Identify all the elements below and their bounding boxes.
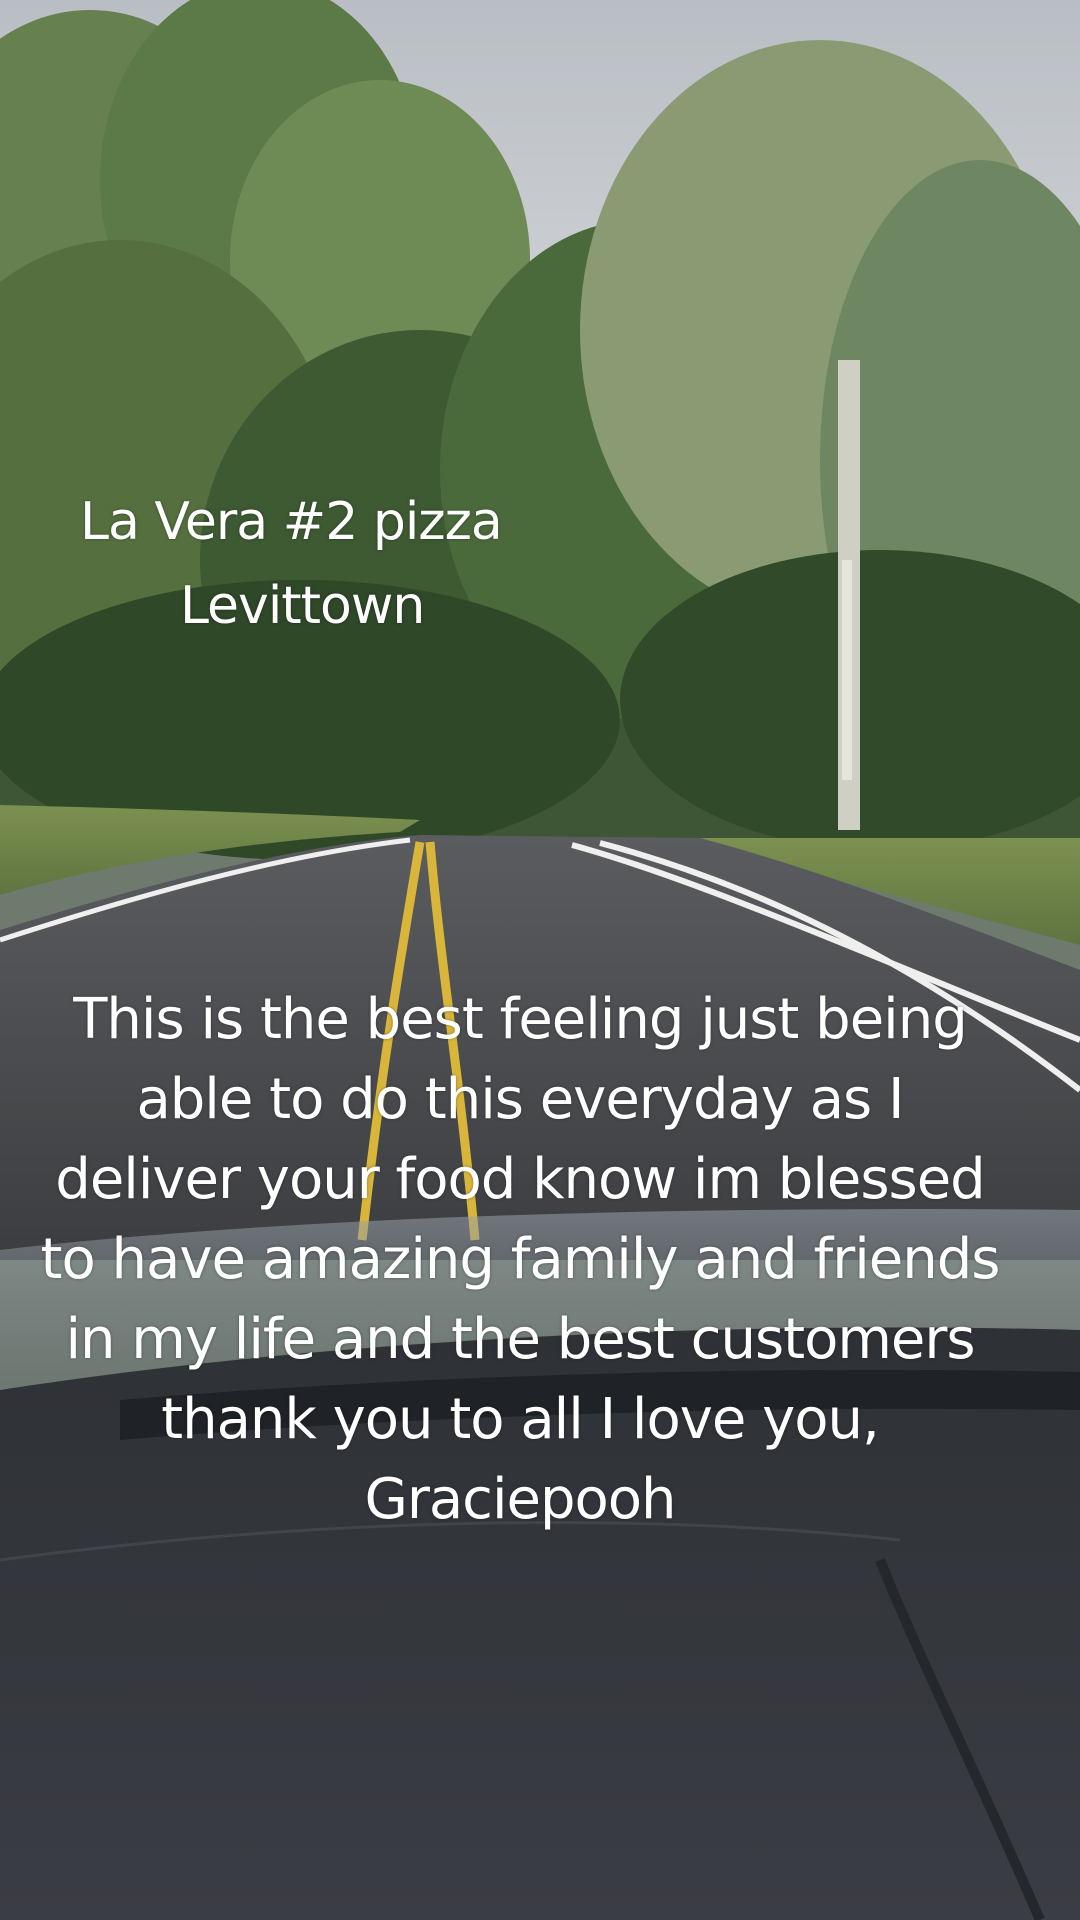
- place-location-text: Levittown: [180, 576, 425, 636]
- place-name-text: La Vera #2 pizza: [80, 492, 503, 552]
- caption-text: This is the best feeling just being able…: [40, 987, 1001, 1532]
- background-scene: [0, 0, 1080, 1920]
